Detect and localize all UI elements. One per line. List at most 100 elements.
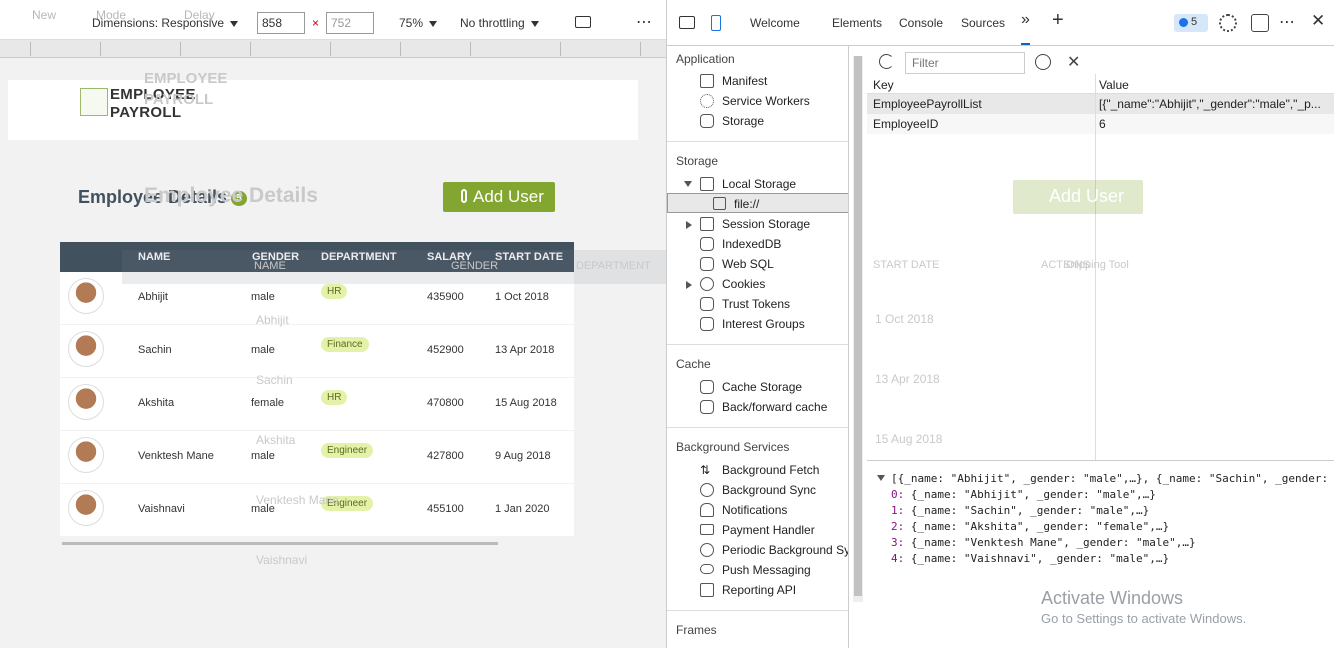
- ghost-cell: Akshita: [256, 433, 296, 447]
- sidebar-item-payment-handler[interactable]: Payment Handler: [722, 523, 815, 537]
- cell-start-date: 15 Aug 2018: [495, 397, 557, 409]
- ghost-col: NAME: [254, 260, 286, 272]
- ghost-cell: 1 Oct 2018: [875, 312, 934, 326]
- table-row[interactable]: Sachin male Finance 452900 13 Apr 2018: [60, 325, 574, 377]
- cell-gender: male: [251, 291, 275, 303]
- sidebar-item-interest-groups[interactable]: Interest Groups: [722, 317, 805, 331]
- clear-all-icon[interactable]: [1035, 54, 1051, 70]
- sidebar-item-indexeddb[interactable]: IndexedDB: [722, 237, 781, 251]
- dimensions-dropdown[interactable]: Dimensions: Responsive: [92, 16, 239, 30]
- tab-welcome[interactable]: Welcome: [750, 16, 800, 30]
- json-item[interactable]: 1: {_name: "Sachin", _gender: "male",…}: [891, 504, 1149, 517]
- database-icon: [700, 237, 714, 251]
- storage-key: EmployeePayrollList: [873, 97, 982, 111]
- more-icon[interactable]: ⋯: [1279, 12, 1295, 32]
- grid-icon: [713, 197, 726, 210]
- json-item[interactable]: 0: {_name: "Abhijit", _gender: "male",…}: [891, 488, 1156, 501]
- bell-icon: [700, 503, 714, 517]
- json-item[interactable]: 2: {_name: "Akshita", _gender: "female",…: [891, 520, 1169, 533]
- sidebar-item-storage[interactable]: Storage: [722, 114, 764, 128]
- sidebar-scrollbar[interactable]: [853, 56, 863, 602]
- refresh-icon[interactable]: [879, 54, 894, 69]
- ghost-cell: Venktesh Mane: [256, 493, 339, 507]
- cell-name: Vaishnavi: [138, 503, 185, 515]
- issues-icon: [1179, 18, 1188, 27]
- sidebar-item-bfcache[interactable]: Back/forward cache: [722, 400, 827, 414]
- add-user-button[interactable]: Add User: [443, 182, 555, 212]
- table-row[interactable]: Akshita female HR 470800 15 Aug 2018: [60, 378, 574, 430]
- cell-start-date: 1 Oct 2018: [495, 291, 549, 303]
- sidebar-item-service-workers[interactable]: Service Workers: [722, 94, 810, 108]
- sidebar-item-background-sync[interactable]: Background Sync: [722, 483, 816, 497]
- storage-row[interactable]: EmployeeID 6: [867, 114, 1334, 134]
- issues-badge[interactable]: 5: [1174, 14, 1208, 32]
- new-tab-icon[interactable]: +: [1052, 9, 1064, 32]
- json-root[interactable]: [{_name: "Abhijit", _gender: "male",…}, …: [877, 472, 1328, 485]
- cell-name: Abhijit: [138, 291, 168, 303]
- cell-start-date: 13 Apr 2018: [495, 344, 555, 356]
- split-divider[interactable]: [867, 460, 1334, 461]
- cell-salary: 427800: [427, 450, 464, 462]
- ghost-add-user: Add User: [1013, 180, 1143, 214]
- rotate-icon[interactable]: [575, 16, 591, 28]
- app-header: EMPLOYEE PAYROLL: [8, 80, 638, 140]
- issues-count: 5: [1191, 16, 1198, 28]
- storage-row[interactable]: EmployeePayrollList [{"_name":"Abhijit",…: [867, 94, 1334, 114]
- close-devtools-icon[interactable]: ✕: [1311, 11, 1325, 31]
- customize-icon[interactable]: [1251, 14, 1269, 32]
- filter-input[interactable]: [905, 52, 1025, 74]
- sidebar-item-manifest[interactable]: Manifest: [722, 74, 767, 88]
- sidebar-item-file-selected[interactable]: file://: [667, 193, 848, 213]
- grid-icon: [700, 177, 714, 191]
- ghost-col: GENDER: [451, 260, 499, 272]
- device-toggle-icon[interactable]: [711, 15, 721, 31]
- department-badge: HR: [321, 284, 348, 299]
- sidebar-item-cookies[interactable]: Cookies: [722, 277, 765, 291]
- ghost-title: Employee Details: [144, 184, 318, 207]
- json-item[interactable]: 4: {_name: "Vaishnavi", _gender: "male",…: [891, 552, 1169, 565]
- sidebar-item-periodic-sync[interactable]: Periodic Background Syr: [722, 543, 848, 557]
- page-viewport: EMPLOYEE PAYROLL Employee Details 5 Add U…: [0, 58, 666, 648]
- ghost-cell: Abhijit: [256, 313, 289, 327]
- height-input[interactable]: [326, 12, 374, 34]
- sidebar-item-session-storage[interactable]: Session Storage: [722, 217, 810, 231]
- settings-gear-icon[interactable]: [1219, 14, 1237, 32]
- cell-start-date: 1 Jan 2020: [495, 503, 550, 515]
- width-input[interactable]: [257, 12, 305, 34]
- ghost-cell: Vaishnavi: [256, 553, 308, 567]
- sidebar-item-reporting-api[interactable]: Reporting API: [722, 583, 796, 597]
- inspect-icon[interactable]: [679, 16, 695, 29]
- database-icon: [700, 297, 714, 311]
- json-item[interactable]: 3: {_name: "Venktesh Mane", _gender: "ma…: [891, 536, 1196, 549]
- more-options-icon[interactable]: ⋯: [636, 12, 652, 32]
- sidebar-item-push-messaging[interactable]: Push Messaging: [722, 563, 811, 577]
- tab-console[interactable]: Console: [899, 16, 943, 30]
- table-row[interactable]: Venktesh Mane male Engineer 427800 9 Aug 201…: [60, 431, 574, 483]
- department-badge: Engineer: [321, 443, 374, 458]
- sidebar-item-local-storage[interactable]: Local Storage: [722, 177, 796, 191]
- horizontal-scrollbar[interactable]: [62, 542, 498, 545]
- avatar: [68, 331, 104, 367]
- sidebar-item-background-fetch[interactable]: Background Fetch: [722, 463, 819, 477]
- throttling-dropdown[interactable]: No throttling: [460, 16, 539, 30]
- manifest-icon: [700, 74, 714, 88]
- expand-down-icon[interactable]: [684, 181, 692, 187]
- expand-right-icon[interactable]: [686, 221, 692, 229]
- more-tabs-icon[interactable]: »: [1021, 11, 1030, 45]
- sidebar-item-notifications[interactable]: Notifications: [722, 503, 787, 517]
- section-application: Application: [676, 52, 735, 66]
- table-row[interactable]: Vaishnavi male Engineer 455100 1 Jan 2020: [60, 484, 574, 536]
- sidebar-item-websql[interactable]: Web SQL: [722, 257, 774, 271]
- sidebar-item-cache-storage[interactable]: Cache Storage: [722, 380, 802, 394]
- delete-selected-icon[interactable]: ✕: [1067, 52, 1080, 72]
- watermark-line1: Activate Windows: [1041, 588, 1184, 608]
- tab-elements[interactable]: Elements: [832, 16, 882, 30]
- cell-name: Sachin: [138, 344, 172, 356]
- gear-icon: [700, 94, 714, 108]
- sidebar-item-trust-tokens[interactable]: Trust Tokens: [722, 297, 790, 311]
- media-query-ruler: [0, 40, 666, 58]
- zoom-dropdown[interactable]: 75%: [399, 16, 438, 30]
- expand-right-icon[interactable]: [686, 281, 692, 289]
- tab-sources[interactable]: Sources: [961, 16, 1005, 30]
- snipping-tool-label: Snipping Tool: [1063, 259, 1129, 271]
